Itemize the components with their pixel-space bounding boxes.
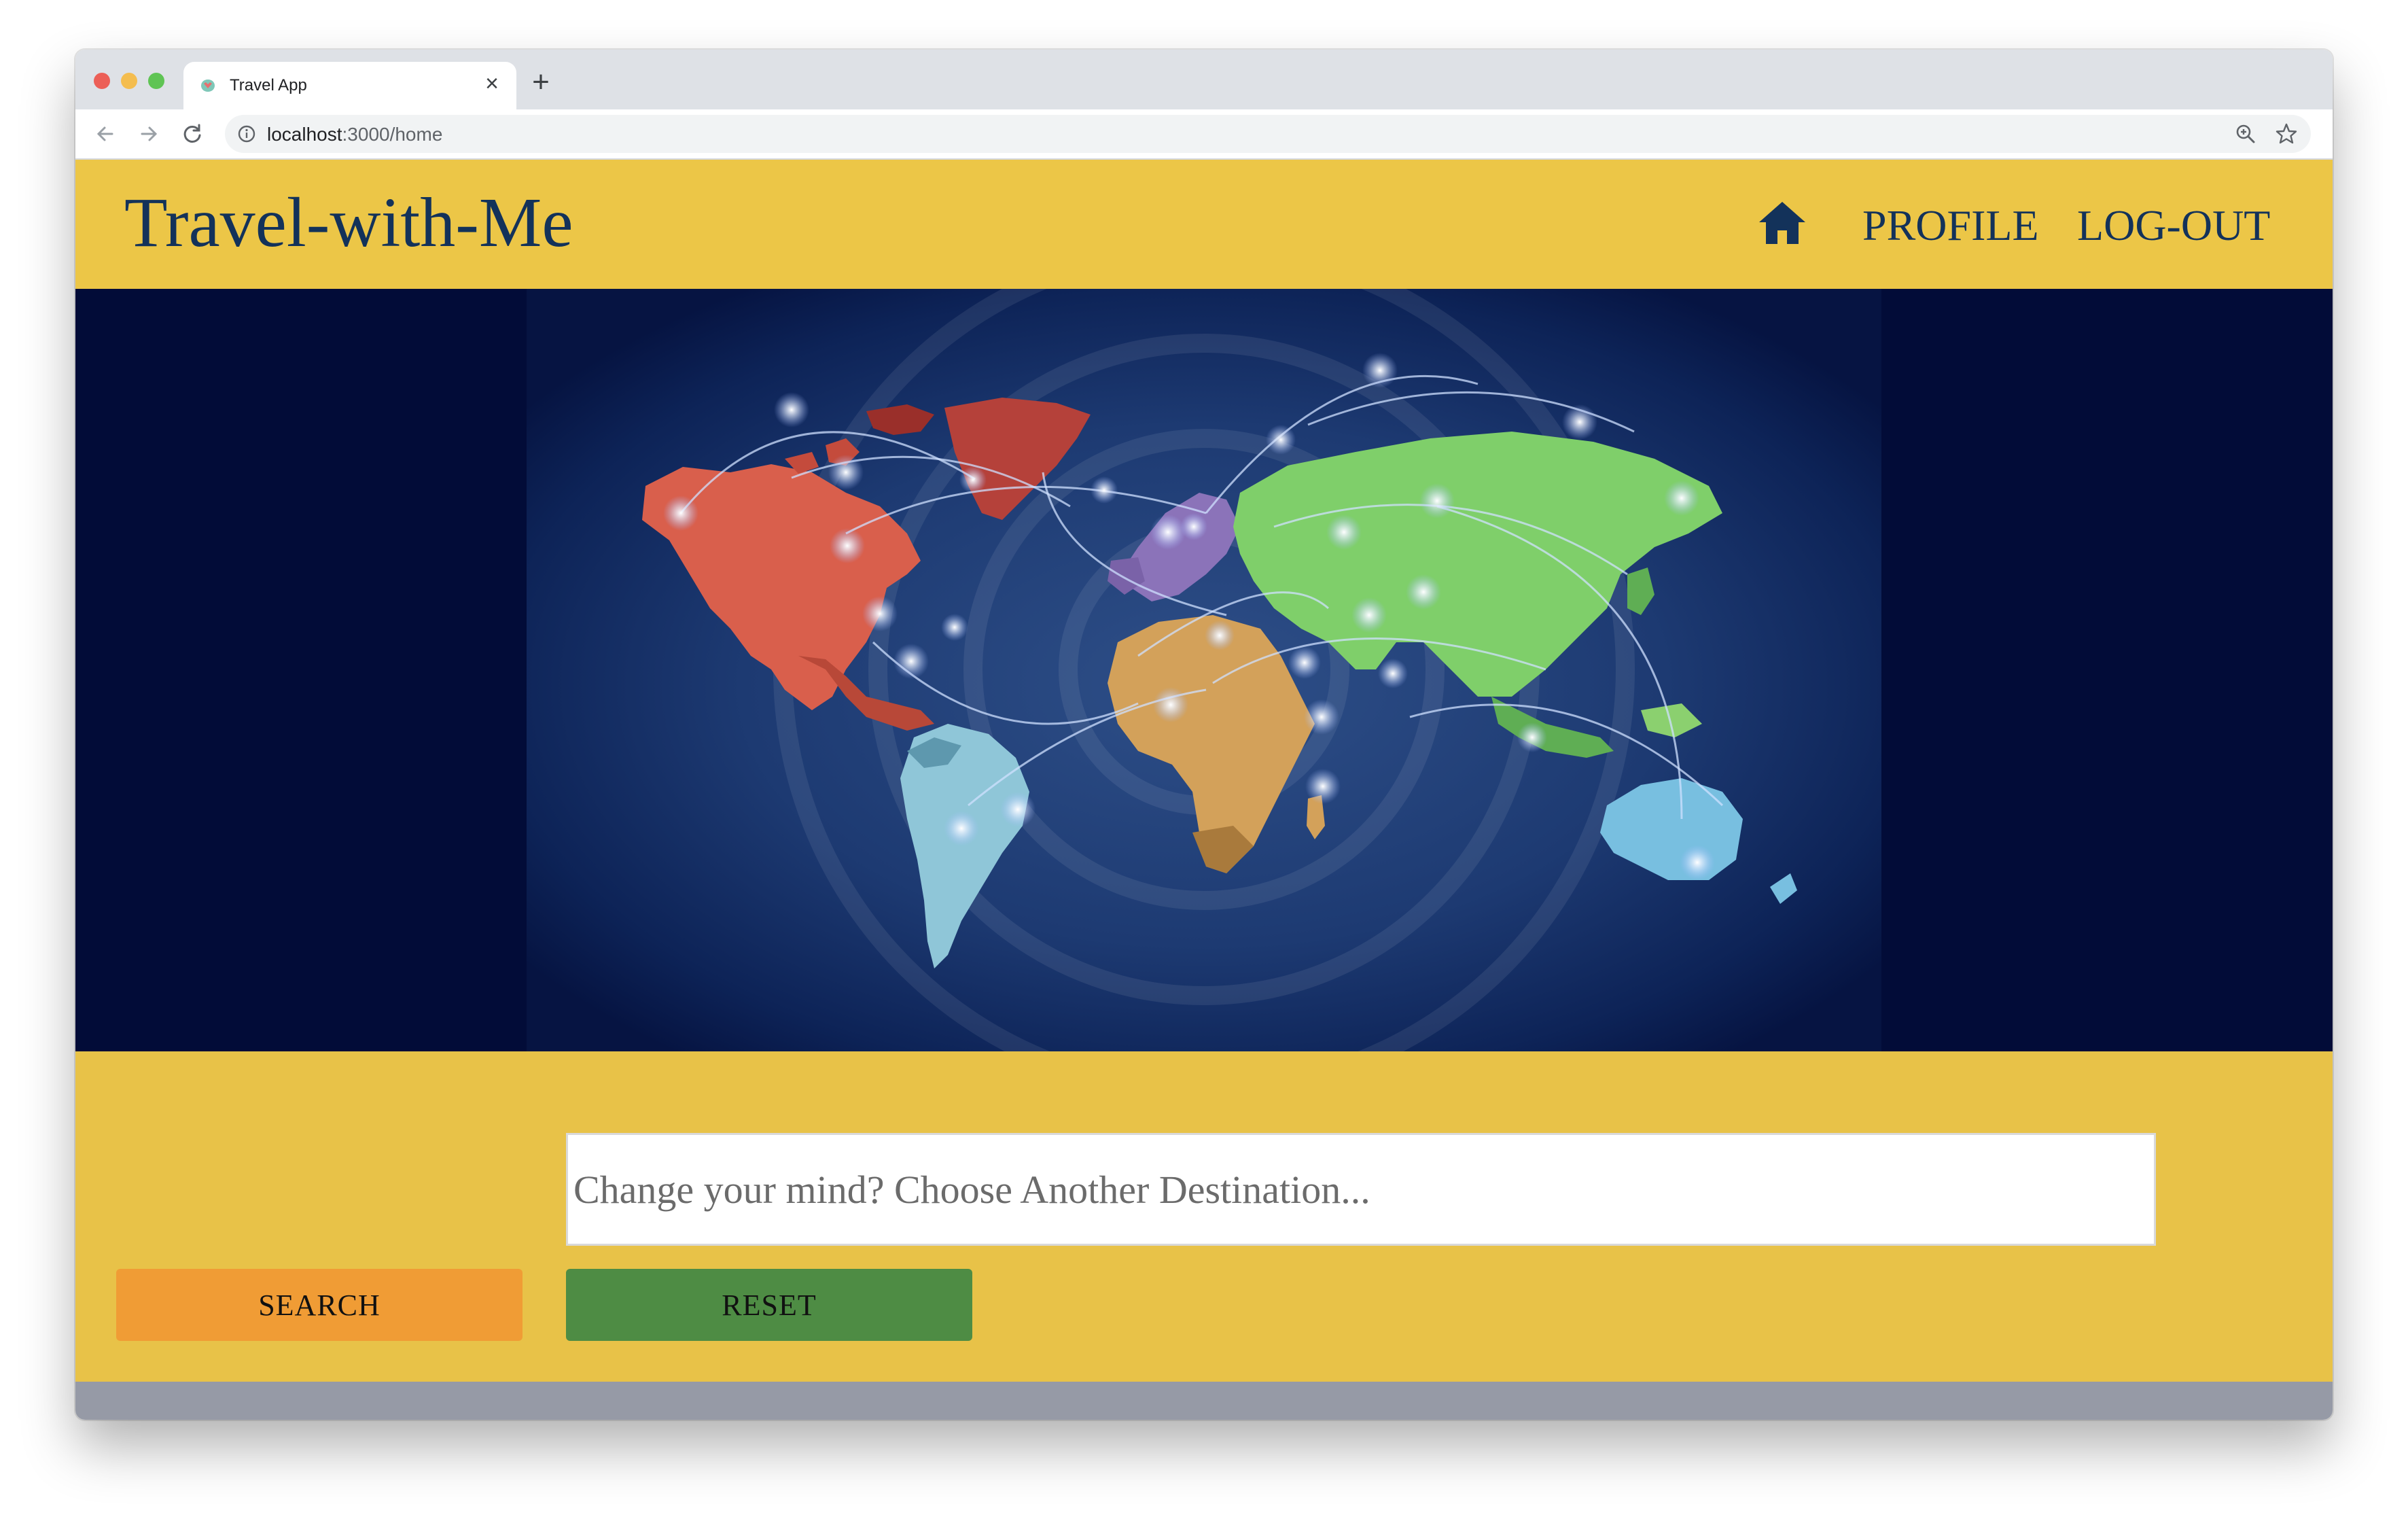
reload-icon[interactable] — [179, 120, 206, 147]
nav-profile-link[interactable]: PROFILE — [1862, 202, 2039, 249]
url-path: :3000/home — [342, 124, 443, 145]
globe-favicon — [201, 80, 215, 92]
page-content: Travel-with-Me PROFILE LOG-OUT Change yo… — [75, 160, 2333, 1420]
home-icon[interactable] — [1756, 199, 1808, 247]
search-section: SEARCH RESET — [75, 1051, 2333, 1382]
search-button[interactable]: SEARCH — [116, 1269, 523, 1341]
close-window-button[interactable] — [94, 73, 110, 89]
nav-logout-link[interactable]: LOG-OUT — [2077, 202, 2270, 249]
new-tab-button[interactable]: + — [527, 67, 554, 97]
browser-tab[interactable]: Travel App × — [183, 62, 516, 109]
tab-title: Travel App — [230, 76, 307, 94]
browser-window: Travel App × + localhost:3000/home Trave… — [75, 50, 2333, 1420]
tab-strip: Travel App × + — [75, 50, 2333, 109]
url-host: localhost — [267, 124, 342, 145]
site-header: Travel-with-Me PROFILE LOG-OUT — [75, 160, 2333, 289]
star-icon[interactable] — [2274, 122, 2299, 146]
hero-banner — [75, 289, 2333, 1051]
browser-toolbar: localhost:3000/home — [75, 109, 2333, 160]
address-bar[interactable]: localhost:3000/home — [225, 115, 2311, 153]
info-icon[interactable] — [237, 124, 256, 143]
zoom-icon[interactable] — [2235, 123, 2256, 145]
page-footer — [75, 1382, 2333, 1420]
maximize-window-button[interactable] — [148, 73, 164, 89]
back-arrow-icon[interactable] — [92, 120, 119, 147]
url-text: localhost:3000/home — [267, 124, 442, 145]
forward-arrow-icon[interactable] — [135, 120, 162, 147]
close-tab-icon[interactable]: × — [480, 71, 504, 96]
world-map-image — [527, 289, 1881, 1051]
reset-button[interactable]: RESET — [566, 1269, 972, 1341]
site-brand[interactable]: Travel-with-Me — [124, 186, 573, 260]
destination-search-input[interactable] — [566, 1133, 2156, 1246]
minimize-window-button[interactable] — [121, 73, 137, 89]
